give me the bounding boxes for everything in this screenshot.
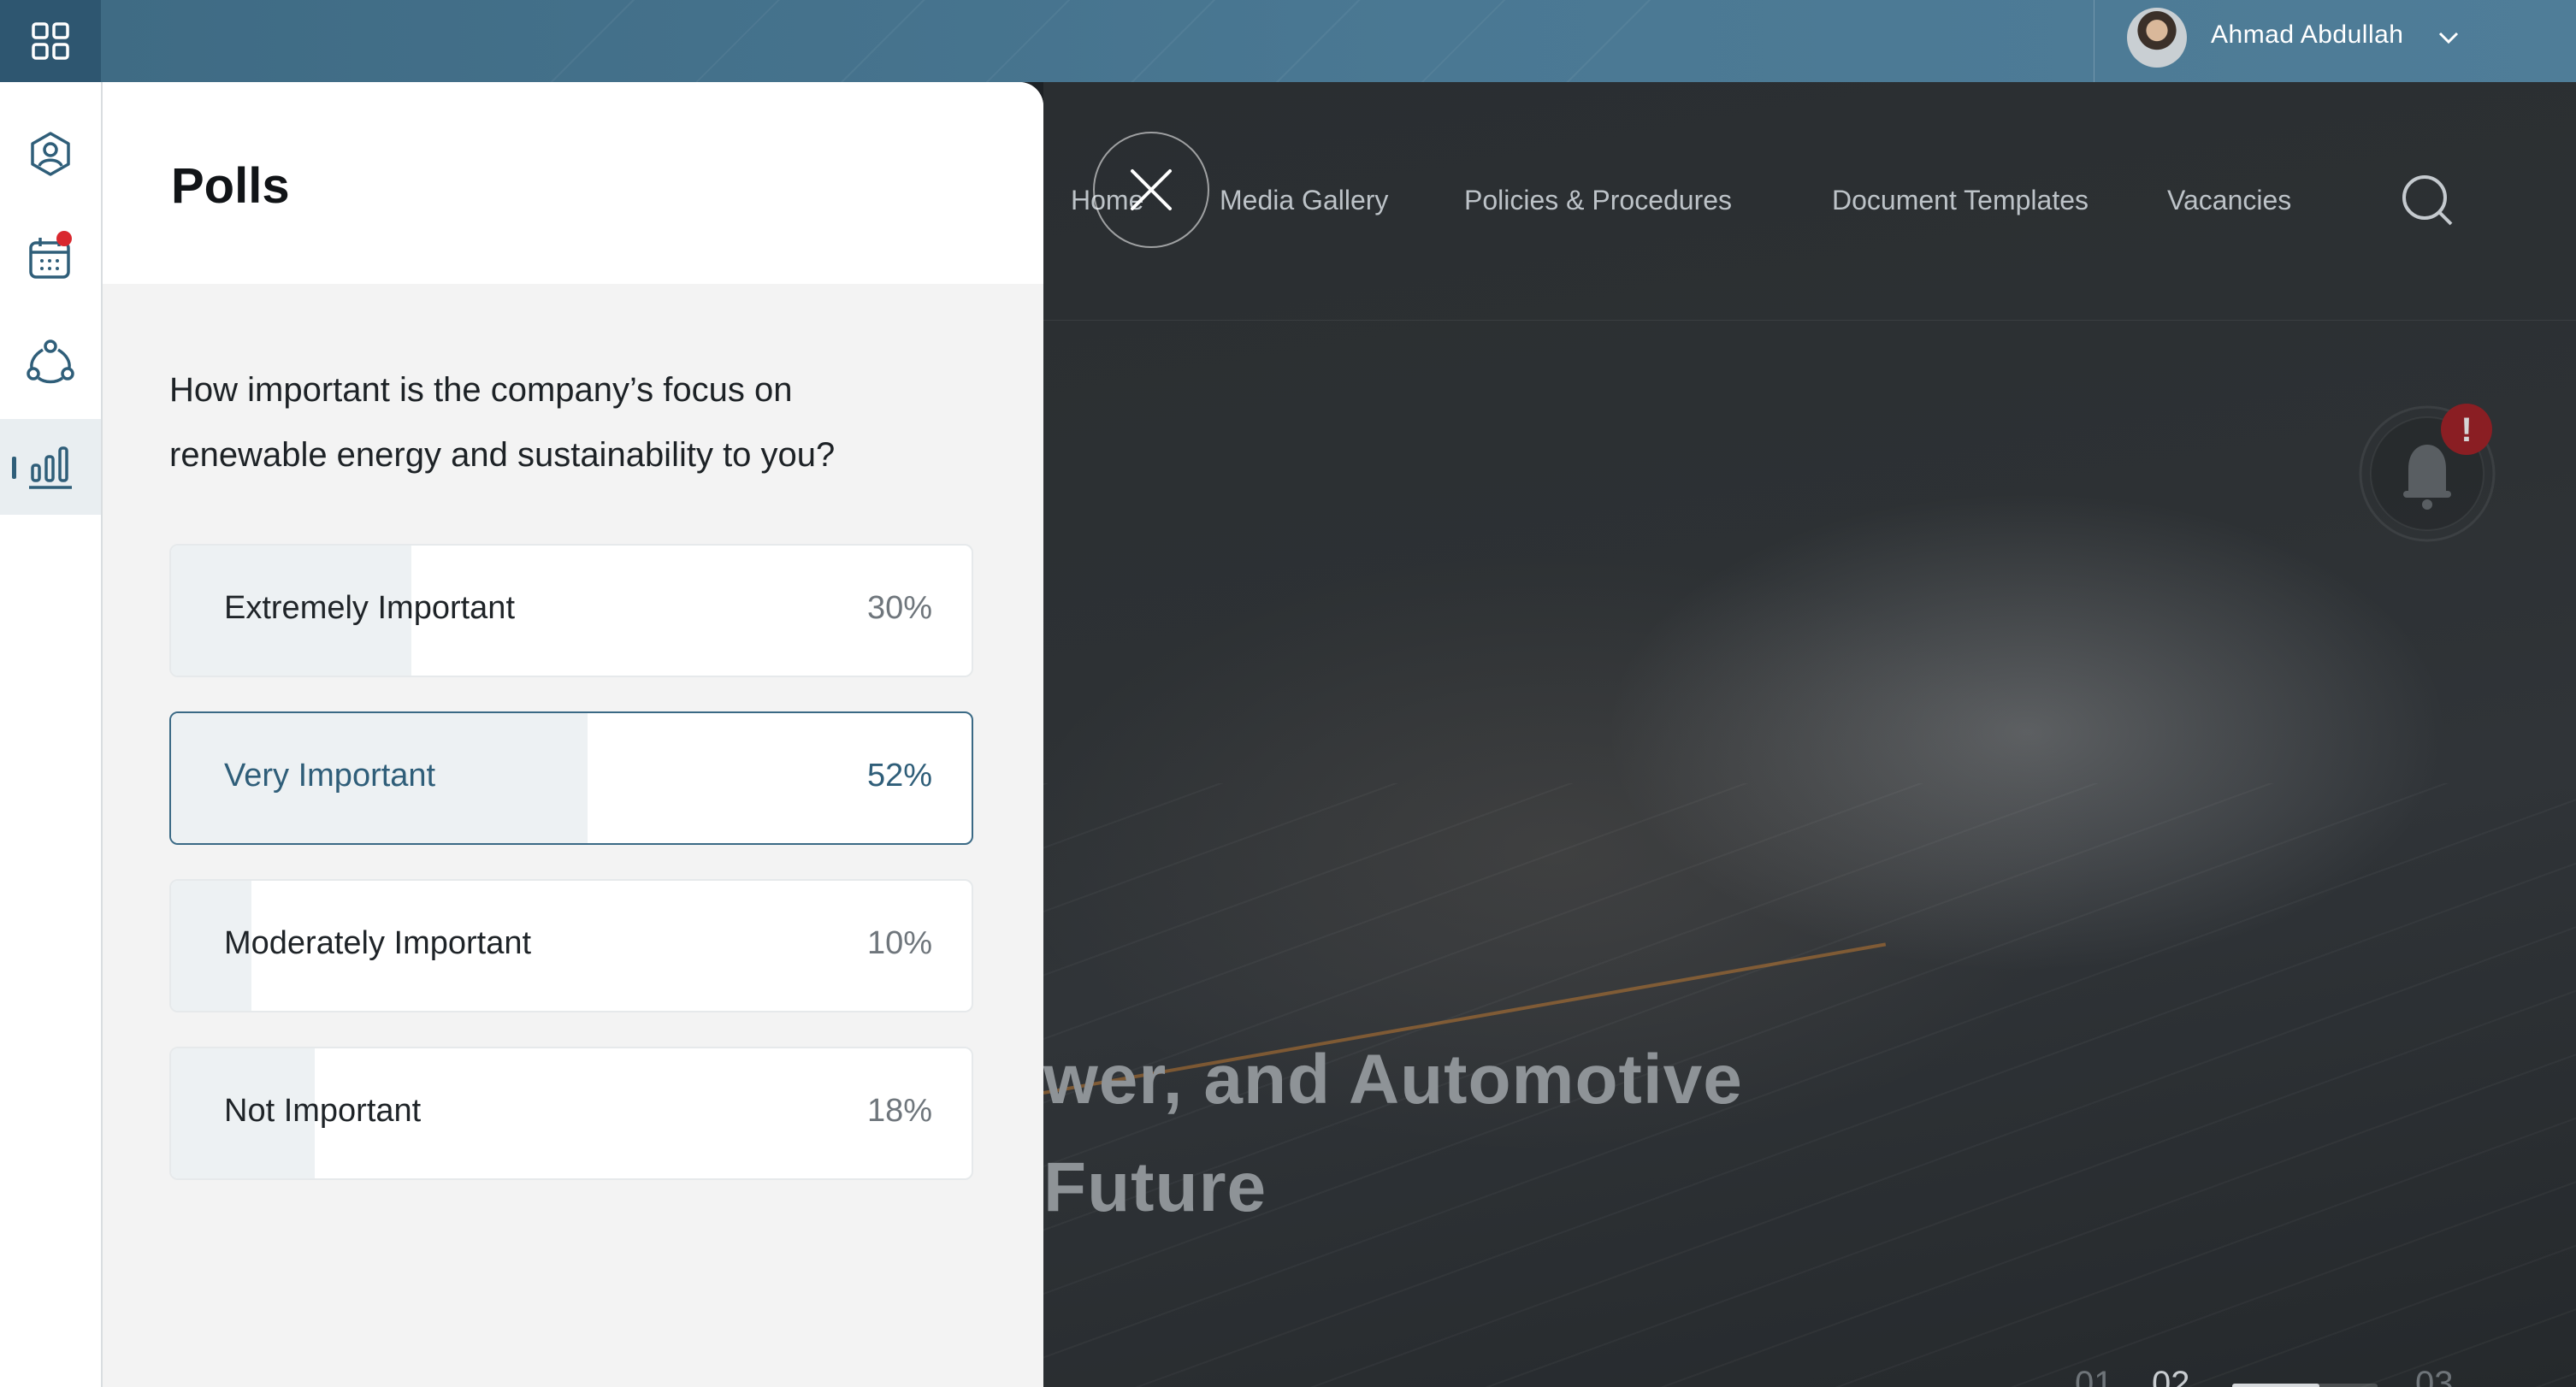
profile-icon [31, 132, 70, 176]
network-icon [27, 339, 74, 384]
poll-option-extremely-important[interactable]: Extremely Important 30% [169, 544, 973, 677]
poll-option-percent: 10% [866, 925, 932, 961]
poll-option-very-important[interactable]: Very Important 52% [169, 711, 973, 845]
slide-progress-fill [2232, 1384, 2319, 1387]
poll-question: How important is the company’s focus on … [169, 371, 836, 474]
poll-option-label: Not Important [224, 1093, 422, 1129]
slide-index-2[interactable]: 02 [2152, 1365, 2190, 1387]
nav-link-vacancies[interactable]: Vacancies [2167, 185, 2291, 216]
poll-option-not-important[interactable]: Not Important 18% [169, 1047, 973, 1180]
top-bar: Ahmad Abdullah [0, 0, 2576, 82]
poll-option-moderately-important[interactable]: Moderately Important 10% [169, 879, 973, 1012]
close-button[interactable] [1093, 132, 1209, 248]
poll-option-percent: 30% [866, 590, 932, 626]
polls-drawer: Polls How important is the company’s foc… [103, 82, 1043, 1387]
nav-divider [1043, 320, 2576, 321]
rail-item-network[interactable] [0, 315, 101, 410]
rail-item-profile[interactable] [0, 106, 101, 202]
poll-option-percent: 18% [866, 1093, 932, 1129]
poll-option-label: Extremely Important [224, 590, 515, 626]
avatar[interactable] [2127, 8, 2187, 68]
slide-index-1[interactable]: 01 [2075, 1365, 2113, 1387]
active-indicator [12, 457, 16, 479]
rail-item-polls[interactable] [0, 419, 101, 515]
drawer-header: Polls [103, 82, 1043, 284]
slide-progress [2232, 1384, 2378, 1387]
hero-banner: Home Media Gallery Policies & Procedures… [1043, 82, 2576, 1387]
user-menu[interactable]: Ahmad Abdullah [2094, 0, 2576, 82]
poll-option-label: Moderately Important [224, 925, 532, 961]
close-icon [1131, 169, 1172, 210]
nav-link-document-templates[interactable]: Document Templates [1832, 185, 2089, 216]
svg-text:!: ! [2461, 411, 2472, 449]
slide-index-3[interactable]: 03 [2415, 1365, 2454, 1387]
rail-item-calendar[interactable] [0, 210, 101, 306]
bar-chart-icon [29, 446, 72, 489]
bell-icon[interactable]: ! [2359, 397, 2504, 542]
nav-link-policies[interactable]: Policies & Procedures [1464, 185, 1732, 216]
poll-option-label: Very Important [224, 758, 436, 794]
side-rail [0, 82, 103, 1387]
apps-grid-button[interactable] [0, 0, 101, 82]
user-name[interactable]: Ahmad Abdullah [2211, 21, 2404, 50]
hero-title-line-1: wer, and Automotive [1043, 1041, 1743, 1118]
hero-title-line-2: Future [1043, 1148, 1267, 1226]
notification-dot [56, 231, 72, 246]
apps-grid-icon [32, 22, 69, 60]
poll-option-percent: 52% [866, 758, 932, 794]
search-icon[interactable] [2398, 171, 2458, 231]
chevron-down-icon[interactable] [2431, 21, 2466, 55]
page-title: Polls [171, 158, 290, 214]
nav-link-media-gallery[interactable]: Media Gallery [1220, 185, 1388, 216]
